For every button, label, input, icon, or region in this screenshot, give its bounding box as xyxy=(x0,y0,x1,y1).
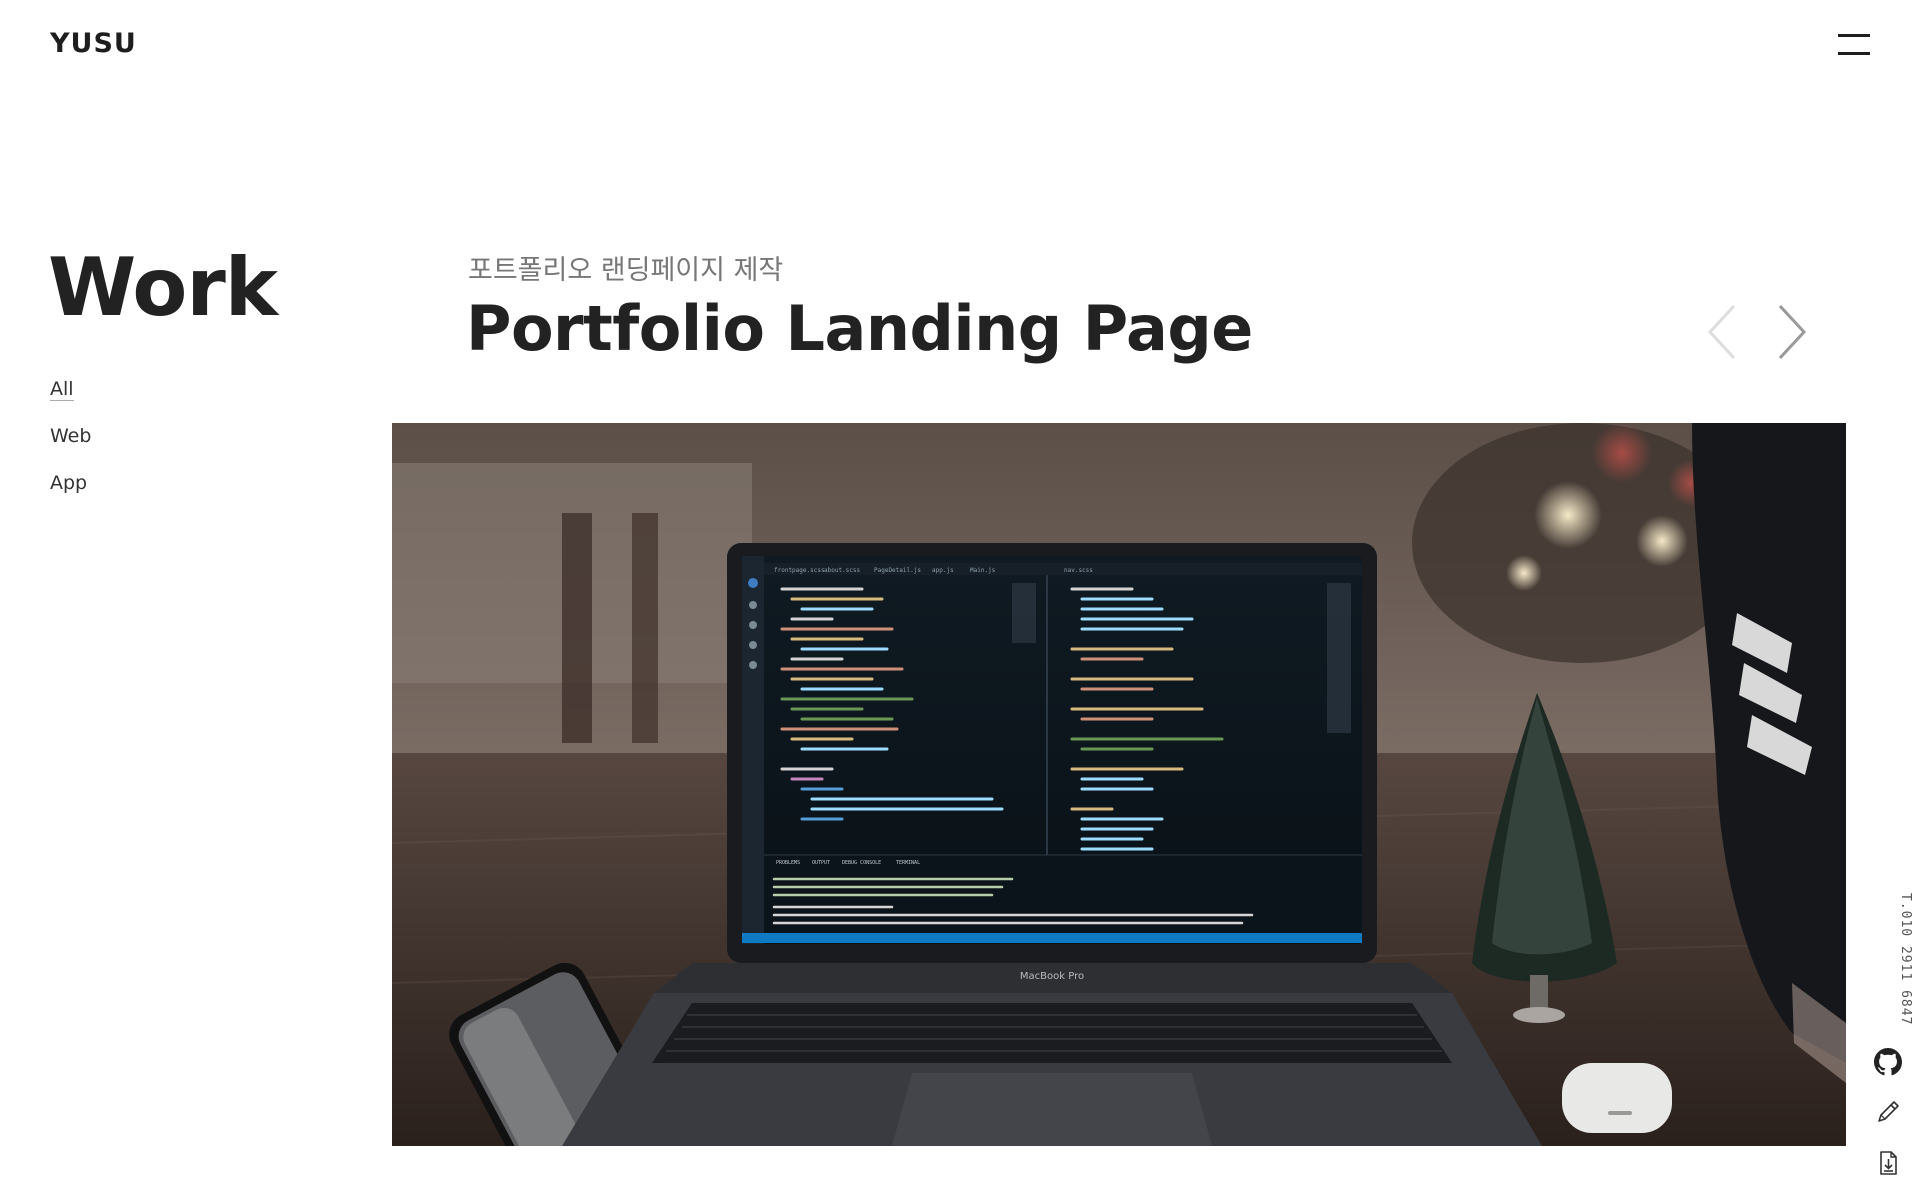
pencil-icon[interactable] xyxy=(1874,1098,1902,1126)
code-tab: about.scss xyxy=(824,567,861,574)
terminal-tab: DEBUG CONSOLE xyxy=(842,860,881,866)
category-filter: All Web App xyxy=(50,376,91,517)
contact-phone: T.010 2911 6847 xyxy=(1898,893,1913,1026)
hamburger-menu-icon[interactable] xyxy=(1838,34,1870,58)
logo[interactable]: YUSU xyxy=(50,28,137,59)
terminal-tab: PROBLEMS xyxy=(776,860,800,866)
terminal-tab: TERMINAL xyxy=(896,860,920,866)
project-image[interactable]: frontpage.scss about.scss PageDetail.js … xyxy=(392,423,1846,1146)
code-tab: Main.js xyxy=(970,567,996,574)
code-tab: nav.scss xyxy=(1064,567,1093,574)
project-subtitle: 포트폴리오 랜딩페이지 제작 xyxy=(468,255,784,286)
filter-web[interactable]: Web xyxy=(50,423,91,470)
filter-app[interactable]: App xyxy=(50,470,91,517)
chevron-right-icon[interactable] xyxy=(1772,300,1812,364)
github-icon[interactable] xyxy=(1874,1048,1902,1076)
filter-all[interactable]: All xyxy=(50,376,91,423)
filter-label[interactable]: All xyxy=(50,378,74,401)
laptop-label: MacBook Pro xyxy=(1020,971,1084,982)
terminal-tab: OUTPUT xyxy=(812,860,830,866)
section-title: Work xyxy=(48,241,278,334)
download-icon[interactable] xyxy=(1874,1149,1902,1177)
code-tab: frontpage.scss xyxy=(774,567,825,574)
filter-label[interactable]: App xyxy=(50,472,87,494)
project-title: Portfolio Landing Page xyxy=(466,292,1253,365)
code-tab: app.js xyxy=(932,567,954,574)
filter-label[interactable]: Web xyxy=(50,425,91,447)
chevron-left-icon[interactable] xyxy=(1702,300,1742,364)
code-tab: PageDetail.js xyxy=(874,567,921,574)
